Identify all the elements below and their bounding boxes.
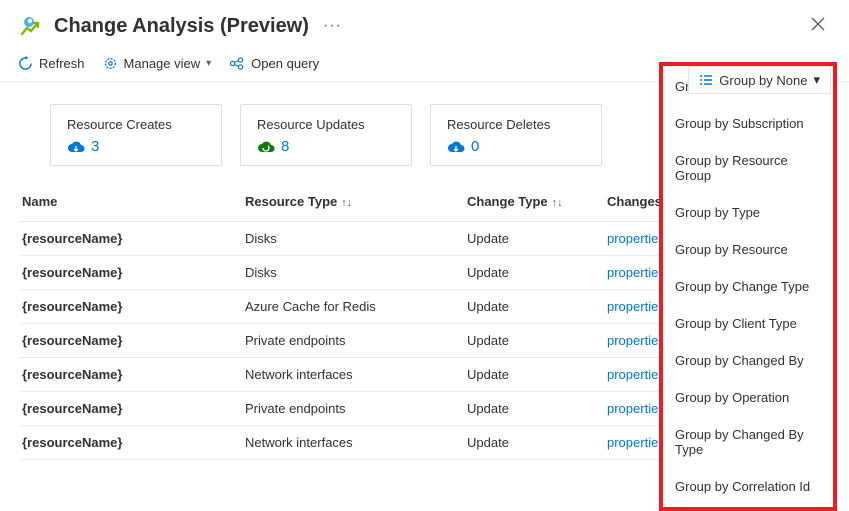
cell-resource-type: Private endpoints: [245, 333, 467, 348]
card-value: 0: [471, 138, 479, 155]
dropdown-item[interactable]: Group by Operation: [663, 379, 833, 416]
cell-name: {resourceName}: [20, 401, 245, 416]
cell-resource-type: Disks: [245, 231, 467, 246]
col-header-resource-type[interactable]: Resource Type ↑↓: [245, 194, 467, 209]
cell-change-type: Update: [467, 435, 607, 450]
cell-name: {resourceName}: [20, 231, 245, 246]
summary-card[interactable]: Resource Creates 3: [50, 104, 222, 166]
cell-resource-type: Azure Cache for Redis: [245, 299, 467, 314]
group-by-dropdown-menu: Group by NoneGroup by SubscriptionGroup …: [659, 62, 837, 511]
chevron-down-icon: ▾: [206, 58, 211, 69]
refresh-button[interactable]: Refresh: [18, 56, 85, 71]
page-title: Change Analysis (Preview): [54, 15, 309, 38]
cell-name: {resourceName}: [20, 333, 245, 348]
header-bar: Change Analysis (Preview) ···: [0, 0, 849, 48]
refresh-label: Refresh: [39, 56, 85, 71]
chevron-down-icon: ▾: [813, 72, 820, 88]
dropdown-item[interactable]: Group by Client Type: [663, 305, 833, 342]
col-header-resource-type-label: Resource Type: [245, 194, 337, 209]
cell-name: {resourceName}: [20, 299, 245, 314]
card-title: Resource Updates: [257, 117, 395, 132]
gear-icon: [103, 56, 118, 71]
dropdown-item[interactable]: Group by Changed By: [663, 342, 833, 379]
group-by-dropdown-button[interactable]: Group by None ▾: [688, 66, 831, 94]
cell-resource-type: Network interfaces: [245, 435, 467, 450]
summary-card[interactable]: Resource Updates 8: [240, 104, 412, 166]
dropdown-item[interactable]: Group by Changed By Type: [663, 416, 833, 468]
cell-resource-type: Private endpoints: [245, 401, 467, 416]
dropdown-item[interactable]: Group by Subscription: [663, 105, 833, 142]
cell-resource-type: Disks: [245, 265, 467, 280]
cell-name: {resourceName}: [20, 435, 245, 450]
manage-view-button[interactable]: Manage view ▾: [103, 56, 212, 71]
cloud-icon: [67, 140, 85, 154]
cell-change-type: Update: [467, 367, 607, 382]
cell-resource-type: Network interfaces: [245, 367, 467, 382]
sort-icon: ↑↓: [552, 197, 563, 209]
col-header-name[interactable]: Name: [20, 194, 245, 209]
cell-change-type: Update: [467, 401, 607, 416]
change-analysis-icon: [18, 12, 46, 40]
refresh-icon: [18, 56, 33, 71]
open-query-label: Open query: [251, 56, 319, 71]
dropdown-item[interactable]: Group by Correlation Id: [663, 468, 833, 505]
card-value: 8: [281, 138, 289, 155]
cloud-icon: [447, 140, 465, 154]
more-menu-button[interactable]: ···: [323, 17, 342, 35]
list-icon: [699, 73, 713, 87]
card-title: Resource Deletes: [447, 117, 585, 132]
open-query-button[interactable]: Open query: [229, 56, 319, 71]
cell-name: {resourceName}: [20, 367, 245, 382]
card-title: Resource Creates: [67, 117, 205, 132]
dropdown-item[interactable]: Group by Resource: [663, 231, 833, 268]
cell-change-type: Update: [467, 333, 607, 348]
sort-icon: ↑↓: [341, 197, 352, 209]
cell-change-type: Update: [467, 265, 607, 280]
dropdown-item[interactable]: Group by Type: [663, 194, 833, 231]
manage-view-label: Manage view: [124, 56, 201, 71]
cell-name: {resourceName}: [20, 265, 245, 280]
cell-change-type: Update: [467, 299, 607, 314]
cell-change-type: Update: [467, 231, 607, 246]
dropdown-item[interactable]: Group by Change Type: [663, 268, 833, 305]
col-header-change-type-label: Change Type: [467, 194, 548, 209]
card-value: 3: [91, 138, 99, 155]
group-by-label: Group by None: [719, 73, 807, 88]
summary-card[interactable]: Resource Deletes 0: [430, 104, 602, 166]
close-button[interactable]: [805, 13, 831, 40]
dropdown-item[interactable]: Group by Resource Group: [663, 142, 833, 194]
query-icon: [229, 56, 245, 71]
col-header-change-type[interactable]: Change Type ↑↓: [467, 194, 607, 209]
cloud-icon: [257, 140, 275, 154]
